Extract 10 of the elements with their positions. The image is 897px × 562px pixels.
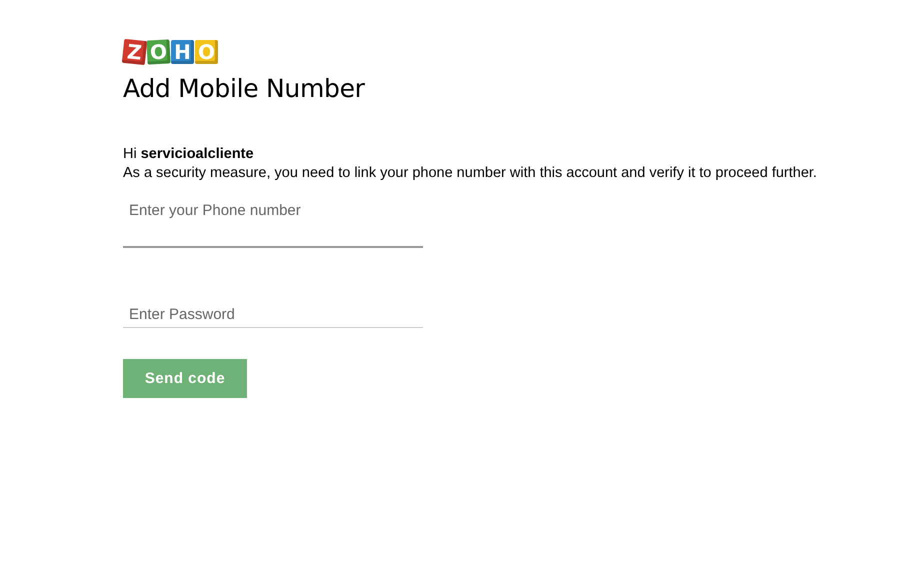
logo-letter: O	[146, 39, 171, 65]
greeting: Hi servicioalcliente	[123, 145, 255, 164]
password-field[interactable]: Enter Password	[123, 304, 423, 328]
logo-letter: Z	[122, 38, 148, 66]
send-code-button[interactable]: Send code	[123, 359, 247, 398]
logo-letter: O	[195, 40, 218, 64]
phone-field[interactable]: Enter your Phone number	[123, 200, 423, 248]
page-title: Add Mobile Number	[123, 74, 366, 103]
logo-letter: H	[171, 40, 194, 64]
security-message: As a security measure, you need to link your phone number with this account and verify it to proceed further.	[123, 164, 818, 183]
